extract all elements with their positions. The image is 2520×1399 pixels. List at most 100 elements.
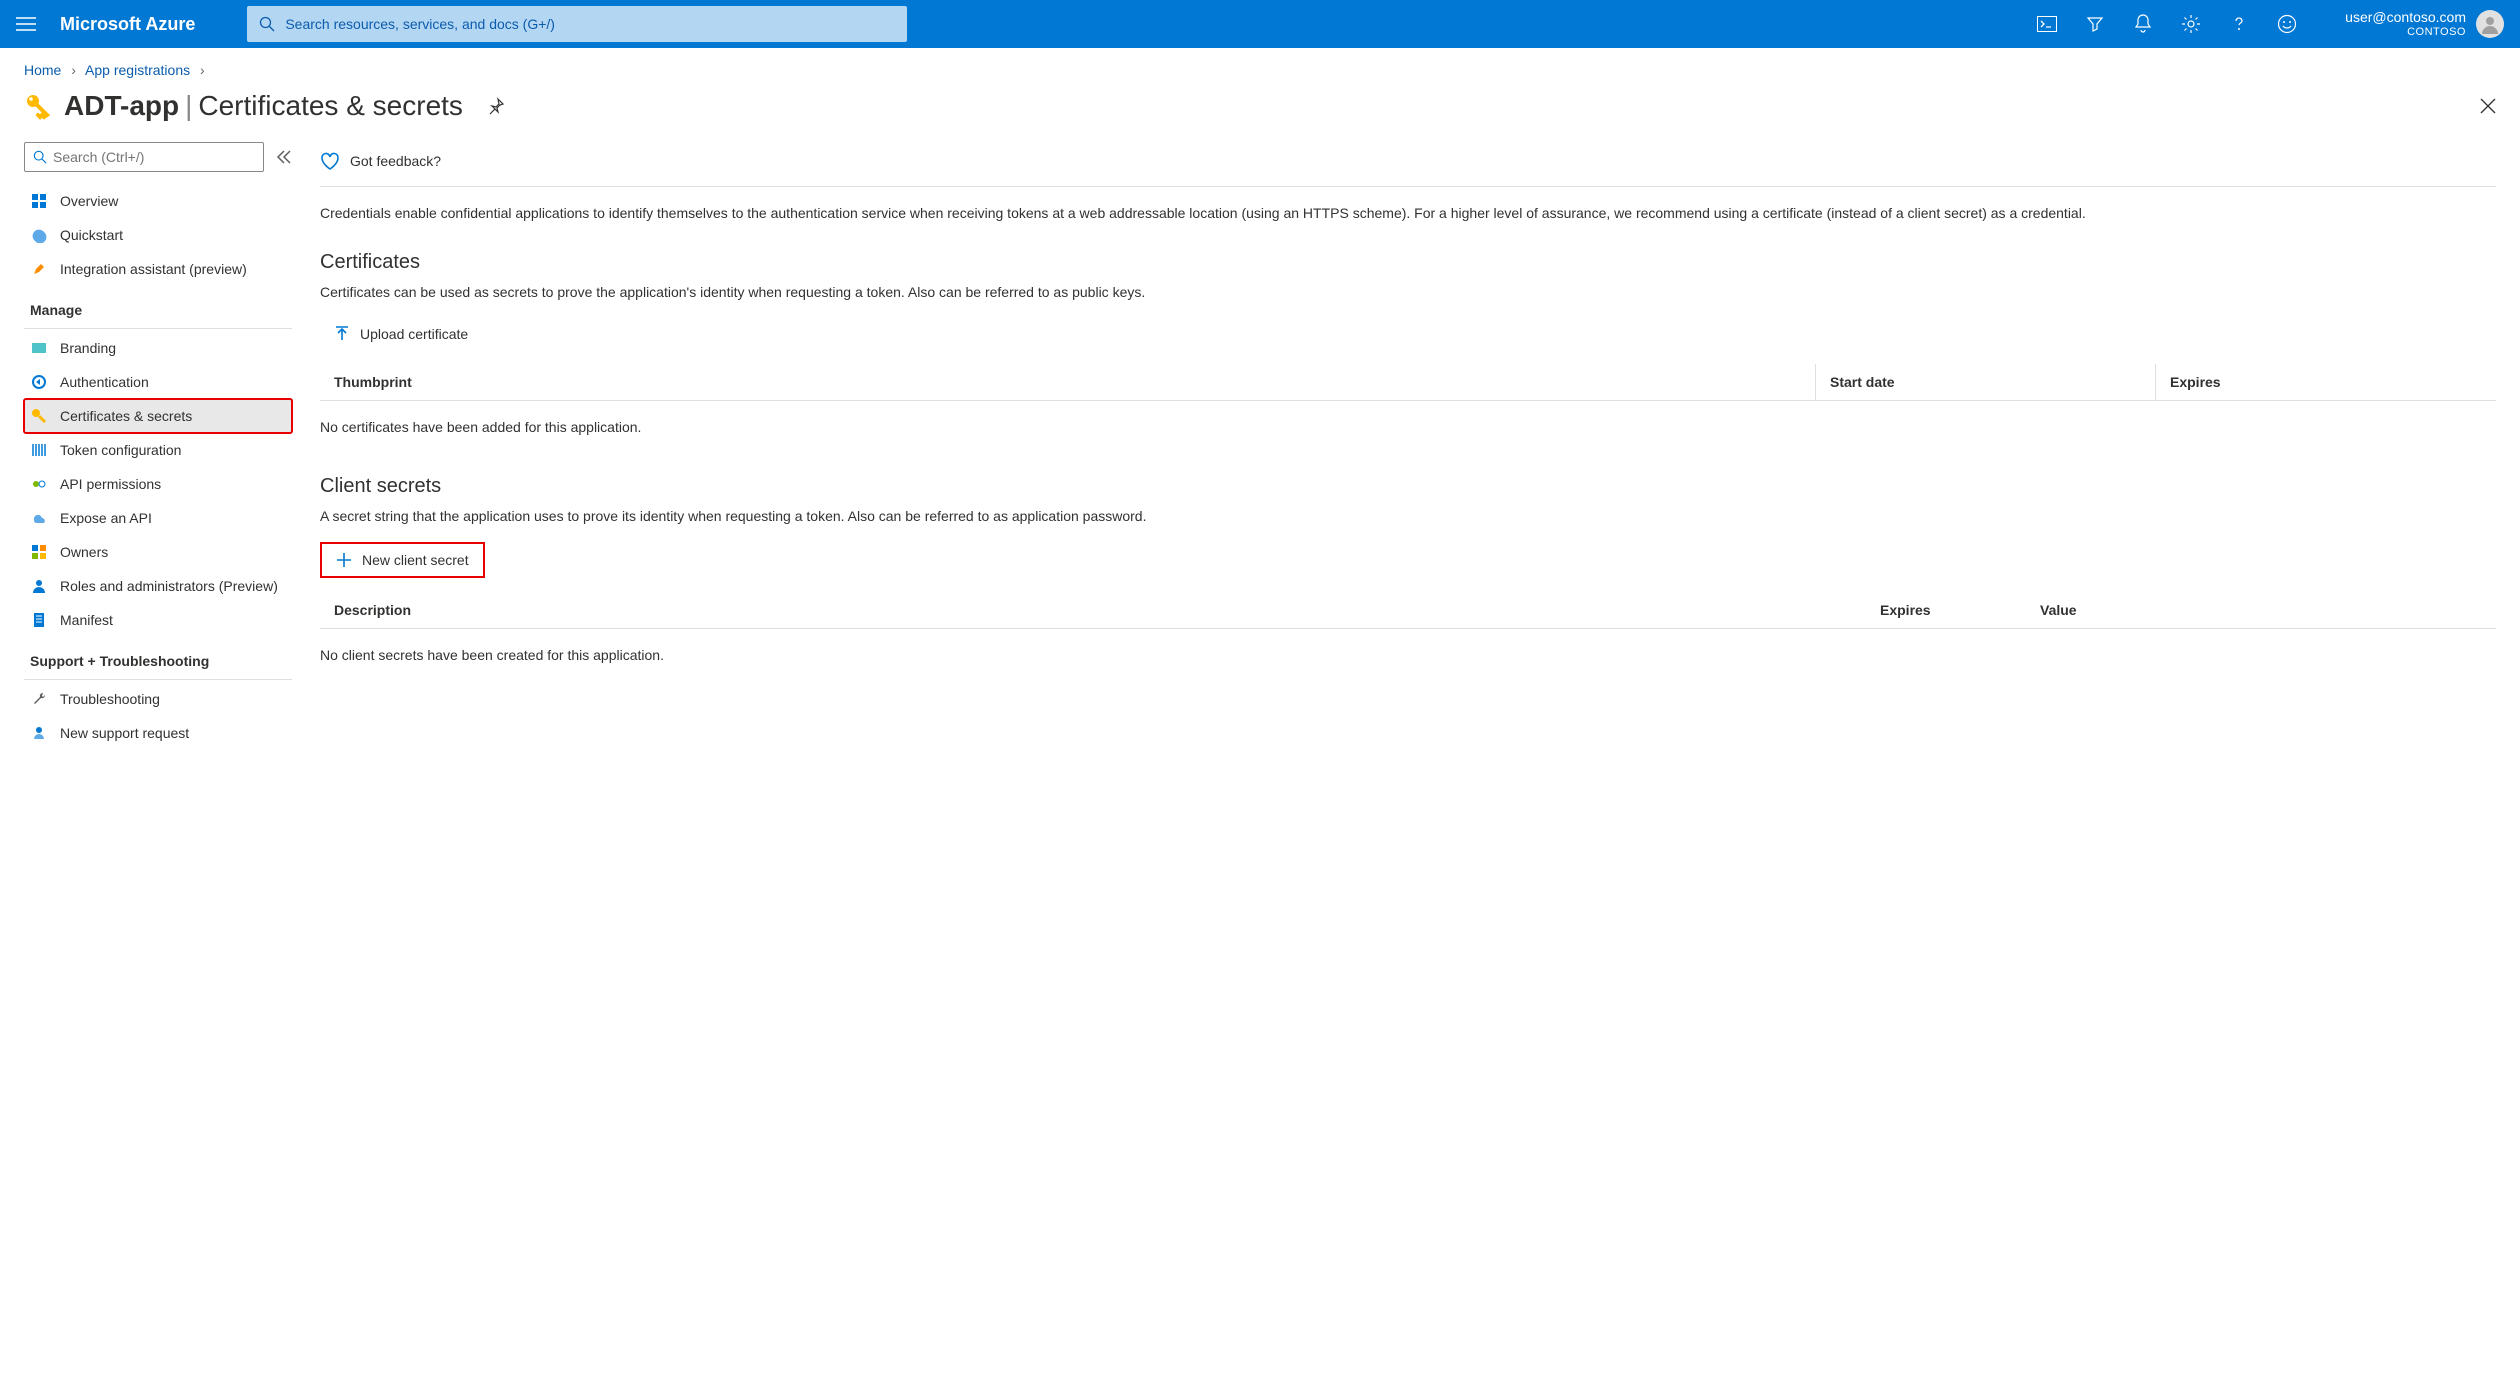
- quickstart-icon: [30, 226, 48, 244]
- sidebar-item-label: Token configuration: [60, 442, 181, 458]
- page-title-section: Certificates & secrets: [198, 90, 463, 122]
- sidebar-item-quickstart[interactable]: Quickstart: [24, 218, 292, 252]
- topbar: Microsoft Azure user@contoso.com CONTOSO: [0, 0, 2520, 48]
- col-expires: Expires: [1866, 592, 2026, 628]
- global-search-input[interactable]: [285, 16, 895, 32]
- page-title-row: ADT-app | Certificates & secrets: [0, 86, 2520, 142]
- settings-icon[interactable]: [2181, 14, 2201, 34]
- new-client-secret-label: New client secret: [362, 552, 469, 568]
- sidebar-item-branding[interactable]: Branding: [24, 331, 292, 365]
- sidebar-item-label: New support request: [60, 725, 189, 741]
- certificates-title: Certificates: [320, 251, 2496, 274]
- col-description: Description: [320, 592, 1866, 628]
- expose-api-icon: [30, 509, 48, 527]
- certificates-empty-message: No certificates have been added for this…: [320, 401, 2496, 475]
- sidebar: Overview Quickstart Integration assistan…: [0, 142, 310, 768]
- api-permissions-icon: [30, 475, 48, 493]
- user-email: user@contoso.com: [2345, 9, 2466, 26]
- col-value: Value: [2026, 592, 2496, 628]
- pin-icon[interactable]: [487, 97, 505, 115]
- divider: [320, 186, 2496, 187]
- sidebar-item-integration[interactable]: Integration assistant (preview): [24, 252, 292, 286]
- upload-icon: [334, 326, 350, 342]
- chevron-right-icon: ›: [71, 62, 76, 78]
- plus-icon: [336, 552, 352, 568]
- certificates-table-header: Thumbprint Start date Expires: [320, 364, 2496, 401]
- notifications-icon[interactable]: [2133, 14, 2153, 34]
- chevron-right-icon: ›: [200, 62, 205, 78]
- intro-text: Credentials enable confidential applicat…: [320, 203, 2496, 223]
- secrets-table-header: Description Expires Value: [320, 592, 2496, 629]
- hamburger-icon[interactable]: [16, 17, 36, 31]
- wrench-icon: [30, 690, 48, 708]
- col-expires: Expires: [2156, 364, 2496, 400]
- certificates-desc: Certificates can be used as secrets to p…: [320, 284, 2496, 300]
- sidebar-item-label: API permissions: [60, 476, 161, 492]
- col-thumbprint: Thumbprint: [320, 364, 1816, 400]
- upload-certificate-button[interactable]: Upload certificate: [320, 318, 482, 350]
- sidebar-item-new-support[interactable]: New support request: [24, 716, 292, 750]
- sidebar-item-expose-api[interactable]: Expose an API: [24, 501, 292, 535]
- feedback-icon[interactable]: [2277, 14, 2297, 34]
- secrets-empty-message: No client secrets have been created for …: [320, 629, 2496, 703]
- global-search[interactable]: [247, 6, 907, 42]
- sidebar-item-label: Owners: [60, 544, 108, 560]
- sidebar-item-certificates-secrets[interactable]: Certificates & secrets: [24, 399, 292, 433]
- sidebar-item-label: Integration assistant (preview): [60, 261, 247, 277]
- divider: [24, 328, 292, 329]
- sidebar-search-input[interactable]: [53, 149, 255, 165]
- sidebar-section-support: Support + Troubleshooting: [24, 637, 292, 675]
- directory-filter-icon[interactable]: [2085, 14, 2105, 34]
- user-account[interactable]: user@contoso.com CONTOSO: [2345, 9, 2504, 39]
- feedback-button[interactable]: Got feedback?: [320, 142, 2496, 186]
- sidebar-item-manifest[interactable]: Manifest: [24, 603, 292, 637]
- sidebar-item-authentication[interactable]: Authentication: [24, 365, 292, 399]
- key-icon: [30, 407, 48, 425]
- sidebar-item-label: Certificates & secrets: [60, 408, 192, 424]
- sidebar-item-label: Troubleshooting: [60, 691, 160, 707]
- sidebar-item-label: Expose an API: [60, 510, 152, 526]
- breadcrumb-home[interactable]: Home: [24, 62, 61, 78]
- sidebar-item-label: Quickstart: [60, 227, 123, 243]
- overview-icon: [30, 192, 48, 210]
- sidebar-item-roles[interactable]: Roles and administrators (Preview): [24, 569, 292, 603]
- col-start-date: Start date: [1816, 364, 2156, 400]
- sidebar-item-label: Authentication: [60, 374, 149, 390]
- sidebar-search[interactable]: [24, 142, 264, 172]
- help-icon[interactable]: [2229, 14, 2249, 34]
- feedback-label: Got feedback?: [350, 153, 441, 169]
- sidebar-item-owners[interactable]: Owners: [24, 535, 292, 569]
- authentication-icon: [30, 373, 48, 391]
- sidebar-section-manage: Manage: [24, 286, 292, 324]
- avatar: [2476, 10, 2504, 38]
- breadcrumb: Home › App registrations ›: [0, 48, 2520, 86]
- page-title-app: ADT-app: [64, 90, 179, 122]
- divider: [24, 679, 292, 680]
- sidebar-item-api-permissions[interactable]: API permissions: [24, 467, 292, 501]
- client-secrets-title: Client secrets: [320, 475, 2496, 498]
- sidebar-item-label: Overview: [60, 193, 118, 209]
- sidebar-item-token-configuration[interactable]: Token configuration: [24, 433, 292, 467]
- close-icon[interactable]: [2480, 98, 2496, 114]
- owners-icon: [30, 543, 48, 561]
- search-icon: [33, 150, 47, 164]
- new-client-secret-button[interactable]: New client secret: [320, 542, 485, 578]
- heart-icon: [320, 152, 340, 170]
- breadcrumb-app-registrations[interactable]: App registrations: [85, 62, 190, 78]
- collapse-sidebar-icon[interactable]: [276, 150, 292, 164]
- upload-certificate-label: Upload certificate: [360, 326, 468, 342]
- topbar-icons: user@contoso.com CONTOSO: [2037, 9, 2504, 39]
- token-icon: [30, 441, 48, 459]
- sidebar-item-overview[interactable]: Overview: [24, 184, 292, 218]
- sidebar-item-label: Roles and administrators (Preview): [60, 578, 278, 594]
- main-content: Got feedback? Credentials enable confide…: [310, 142, 2520, 768]
- rocket-icon: [30, 260, 48, 278]
- roles-icon: [30, 577, 48, 595]
- search-icon: [259, 16, 275, 32]
- brand-label[interactable]: Microsoft Azure: [60, 14, 195, 35]
- client-secrets-desc: A secret string that the application use…: [320, 508, 2496, 524]
- user-org: CONTOSO: [2345, 26, 2466, 39]
- branding-icon: [30, 339, 48, 357]
- cloud-shell-icon[interactable]: [2037, 14, 2057, 34]
- sidebar-item-troubleshooting[interactable]: Troubleshooting: [24, 682, 292, 716]
